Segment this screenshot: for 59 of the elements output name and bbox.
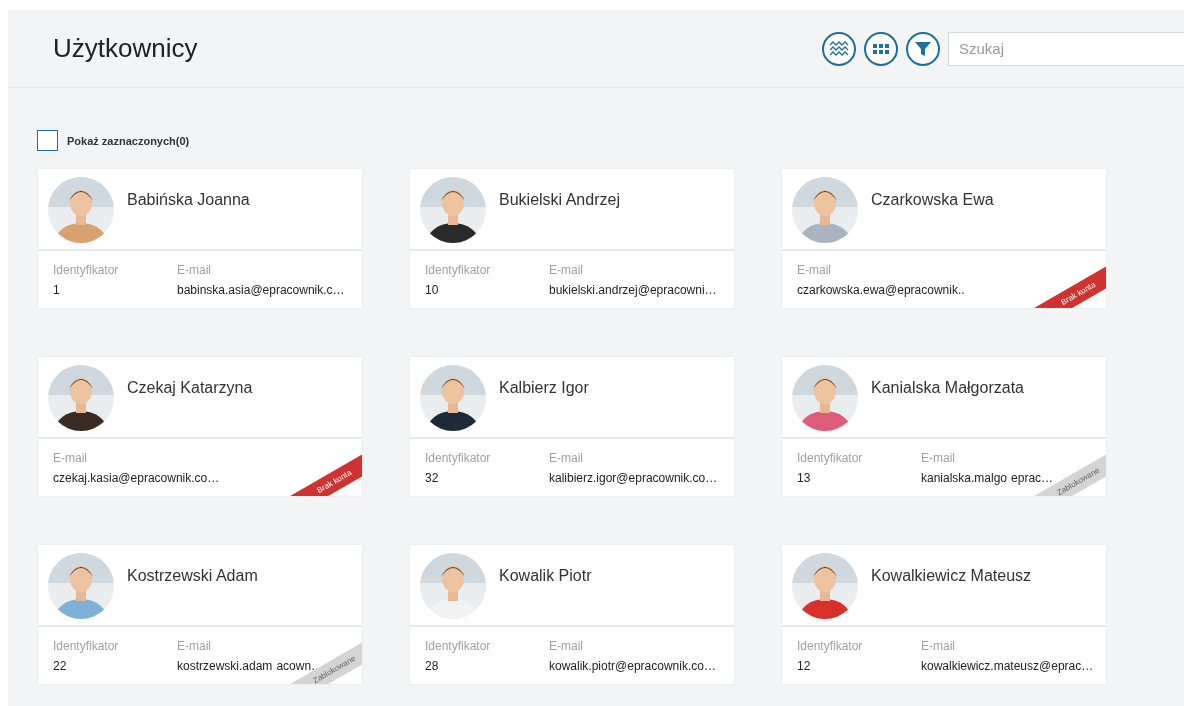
user-card[interactable]: Kalbierz Igor Identyfikator 32 E-mail kalibierz.igor@epracownik.co… [409,356,735,497]
field-value: 28 [425,659,439,673]
user-card[interactable]: Bukielski Andrzej Identyfikator 10 E-mail bukielski.andrzej@epracowni… [409,168,735,309]
field-label: Identyfikator [797,639,863,653]
field-label: E-mail [549,263,583,277]
field-label: E-mail [921,451,955,465]
user-name: Kowalkiewicz Mateusz [871,567,1032,585]
filter-icon [914,39,932,58]
grid-view-button[interactable] [864,31,898,66]
grid-icon [873,43,889,54]
field-value: kowalik.piotr@epracownik.co… [549,659,716,673]
field-value: 13 [797,471,811,485]
field-label: Identyfikator [425,639,491,653]
user-name: Kowalik Piotr [499,567,592,585]
field-label: E-mail [549,451,583,465]
field-value: czekaj.kasia@epracownik.co… [53,471,220,485]
filter-button[interactable] [906,31,940,66]
user-card[interactable]: Kowalik Piotr Identyfikator 28 E-mail kowalik.piotr@epracownik.co… [409,544,735,685]
user-card[interactable]: Kowalkiewicz Mateusz Identyfikator 12 E-mail kowalkiewicz.mateusz@eprac… [781,544,1107,685]
field-value: 10 [425,283,439,297]
user-name: Czekaj Katarzyna [127,379,253,397]
chart-view-button[interactable] [822,31,856,66]
user-card[interactable]: Czekaj Katarzyna E-mail czekaj.kasia@epracownik.co… Brak konta [37,356,363,497]
user-name: Babińska Joanna [127,191,250,209]
field-label: Identyfikator [425,263,491,277]
search-field[interactable]: Szukaj [948,31,1184,66]
user-name: Czarkowska Ewa [871,191,994,209]
field-value: kalibierz.igor@epracownik.co… [549,471,718,485]
field-label: Identyfikator [53,263,119,277]
field-value: bukielski.andrzej@epracowni… [549,283,717,297]
show-selected-checkbox[interactable] [37,130,58,151]
user-card[interactable]: Czarkowska Ewa E-mail czarkowska.ewa@epracownik.. Brak konta [781,168,1107,309]
field-label: E-mail [921,639,955,653]
field-value: babinska.asia@epracownik.c… [177,283,345,297]
field-value: kowalkiewicz.mateusz@eprac… [921,659,1094,673]
show-selected-label: Pokaż zaznaczonych(0) [67,134,190,147]
page-title: Użytkownicy [53,33,199,64]
field-label: E-mail [177,639,211,653]
field-value: eprac… [1011,471,1054,485]
field-label: E-mail [549,639,583,653]
field-value: 12 [797,659,811,673]
field-label: Identyfikator [53,639,119,653]
field-label: E-mail [797,263,831,277]
chart-icon [829,39,849,58]
field-label: Identyfikator [797,451,863,465]
field-value: kanialska.malgo [921,471,1008,485]
field-label: E-mail [177,263,211,277]
user-name: Kalbierz Igor [499,379,589,397]
user-name: Bukielski Andrzej [499,191,620,209]
field-value: kostrzewski.adam [177,659,273,673]
user-name: Kanialska Małgorzata [871,379,1024,397]
user-card[interactable]: Babińska Joanna Identyfikator 1 E-mail babinska.asia@epracownik.c… [37,168,363,309]
field-label: E-mail [53,451,87,465]
user-name: Kostrzewski Adam [127,567,258,585]
field-value: czarkowska.ewa@epracownik.. [797,283,965,297]
field-value: 22 [53,659,67,673]
field-label: Identyfikator [425,451,491,465]
field-value: 1 [53,283,60,297]
field-value: 32 [425,471,439,485]
